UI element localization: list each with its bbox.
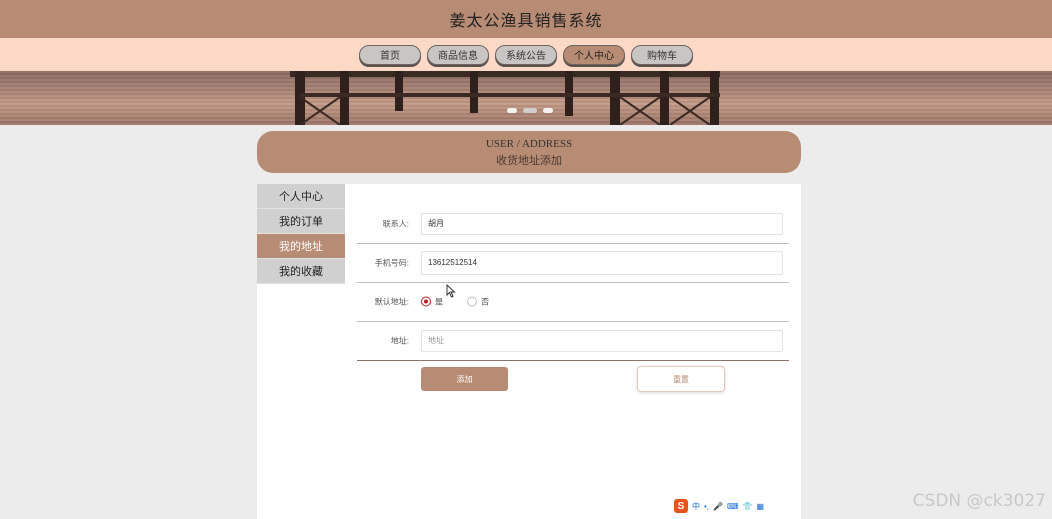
address-input[interactable]: 地址	[421, 329, 783, 352]
carousel-dot[interactable]	[507, 108, 517, 113]
phone-row: 手机号码: 13612512514	[357, 243, 789, 283]
ime-mode[interactable]: 中	[692, 501, 700, 512]
banner-carousel	[0, 71, 1052, 125]
radio-no[interactable]	[467, 296, 477, 307]
header-bar: 姜太公渔具销售系统	[0, 0, 1052, 38]
contact-label: 联系人:	[382, 219, 409, 228]
nav-user-center[interactable]: 个人中心	[563, 44, 625, 65]
sidebar-item-favorites[interactable]: 我的收藏	[257, 259, 345, 284]
nav-products[interactable]: 商品信息	[427, 44, 489, 65]
section-title-cn: 收货地址添加	[496, 155, 562, 167]
carousel-dot[interactable]	[543, 108, 553, 113]
mouse-cursor-icon	[446, 284, 456, 298]
sidebar-item-orders[interactable]: 我的订单	[257, 209, 345, 234]
nav-cart[interactable]: 购物车	[631, 44, 693, 65]
radio-no-label: 否	[481, 297, 489, 306]
microphone-icon[interactable]: 🎤	[713, 502, 723, 511]
pier-illustration	[290, 71, 720, 125]
keyboard-icon[interactable]: ⌨	[727, 502, 739, 511]
address-row: 地址: 地址	[357, 321, 789, 361]
contact-input[interactable]: 胡月	[421, 212, 783, 235]
sogou-logo-icon: S	[674, 499, 688, 513]
watermark: CSDN @ck3027	[912, 491, 1046, 511]
sidebar-item-addresses[interactable]: 我的地址	[257, 234, 345, 259]
nav-announcements[interactable]: 系统公告	[495, 44, 557, 65]
sidebar-item-user-center[interactable]: 个人中心	[257, 184, 345, 209]
toolbox-icon[interactable]: ▦	[757, 502, 765, 511]
sidebar: 个人中心 我的订单 我的地址 我的收藏	[257, 184, 345, 519]
address-label: 地址:	[390, 336, 409, 345]
phone-input[interactable]: 13612512514	[421, 250, 783, 275]
carousel-dots	[507, 108, 553, 113]
main-nav: 首页 商品信息 系统公告 个人中心 购物车	[0, 38, 1052, 71]
default-address-label: 默认地址:	[374, 297, 409, 306]
nav-home[interactable]: 首页	[359, 44, 421, 65]
default-address-row: 默认地址: 是 否	[357, 282, 789, 322]
carousel-dot-active[interactable]	[523, 108, 537, 113]
reset-button[interactable]: 重置	[637, 366, 725, 392]
radio-yes-label: 是	[435, 297, 443, 306]
app-title: 姜太公渔具销售系统	[449, 13, 603, 30]
contact-row: 联系人: 胡月	[357, 204, 789, 244]
skin-icon[interactable]: 👕	[743, 502, 753, 511]
address-form: 联系人: 胡月 手机号码: 13612512514 默认地址: 是 否 地址: …	[345, 184, 801, 519]
punctuation-icon[interactable]: •,	[704, 502, 709, 511]
phone-label: 手机号码:	[374, 258, 409, 267]
ime-toolbar[interactable]: S 中 •, 🎤 ⌨ 👕 ▦	[672, 498, 767, 514]
add-button[interactable]: 添加	[421, 367, 508, 391]
radio-yes[interactable]	[421, 296, 431, 307]
section-heading: USER / ADDRESS 收货地址添加	[257, 131, 801, 173]
section-title-en: USER / ADDRESS	[485, 138, 573, 150]
